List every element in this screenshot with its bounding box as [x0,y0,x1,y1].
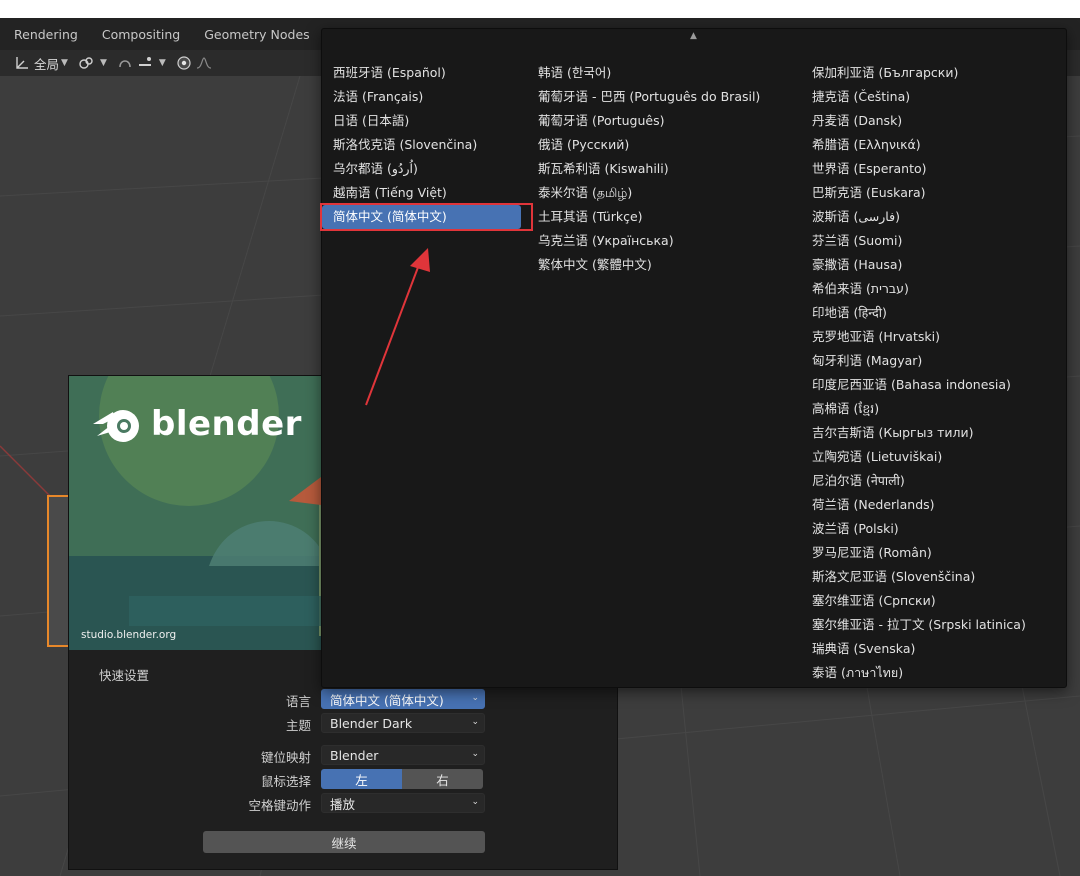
language-menu-item[interactable]: 世界语 (Esperanto) [801,157,1026,181]
language-menu-item[interactable]: 乌尔都语 (اُردُو) [322,157,521,181]
spacebar-select-value: 播放 [330,796,356,812]
language-menu-item[interactable]: 荷兰语 (Nederlands) [801,493,1026,517]
snap-dropdown[interactable]: ▼ [117,55,166,71]
language-menu-item[interactable]: 印度尼西亚语 (Bahasa indonesia) [801,373,1026,397]
language-label: 语言 [285,694,311,709]
blender-logo-icon [93,410,139,442]
mouse-right-button[interactable]: 右 [402,769,483,789]
top-margin [0,0,1080,18]
theme-select[interactable]: Blender Dark ⌄ [321,713,485,733]
blender-logo: blender [91,402,302,446]
language-menu-item[interactable]: 丹麦语 (Dansk) [801,109,1026,133]
language-menu-item[interactable]: 巴斯克语 (Euskara) [801,181,1026,205]
language-menu-item[interactable]: 俄语 (Русский) [527,133,760,157]
language-menu-item[interactable]: 吉尔吉斯语 (Кыргыз тили) [801,421,1026,445]
language-menu-item[interactable]: 泰语 (ภาษาไทย) [801,661,1026,685]
language-menu-item[interactable]: 尼泊尔语 (नेपाली) [801,469,1026,493]
language-menu-item[interactable]: 保加利亚语 (Български) [801,61,1026,85]
language-menu-item[interactable]: 韩语 (한국어) [527,61,760,85]
language-menu-item[interactable]: 葡萄牙语 (Português) [527,109,760,133]
keymap-label: 键位映射 [260,750,311,765]
language-menu-item[interactable]: 豪撒语 (Hausa) [801,253,1026,277]
language-menu-item[interactable]: 日语 (日本語) [322,109,521,133]
chevron-down-icon: ⌄ [471,717,479,727]
language-select[interactable]: 简体中文 (简体中文) ⌄ [321,689,485,709]
language-menu-item[interactable]: 法语 (Français) [322,85,521,109]
theme-label: 主题 [285,718,311,733]
language-menu-item[interactable]: 斯洛伐克语 (Slovenčina) [322,133,521,157]
snap-target-icon [138,57,151,66]
chevron-down-icon: ⌄ [471,693,479,703]
language-menu-item[interactable]: 斯洛文尼亚语 (Slovenščina) [801,565,1026,589]
chevron-down-icon: ▼ [158,58,166,68]
spacebar-label: 空格键动作 [248,798,311,813]
pivot-link-icon [79,57,93,69]
quick-setup-title: 快速设置 [99,668,150,683]
language-menu-item[interactable]: 斯瓦希利语 (Kiswahili) [527,157,760,181]
language-menu-item[interactable]: 波斯语 (فارسی) [801,205,1026,229]
language-menu-item[interactable]: 塞尔维亚语 - 拉丁文 (Srpski latinica) [801,613,1026,637]
language-menu-item[interactable]: 希腊语 (Ελληνικά) [801,133,1026,157]
language-column-2: 韩语 (한국어) 葡萄牙语 - 巴西 (Português do Brasil) 葡… [527,61,760,277]
language-menu-item[interactable]: 芬兰语 (Suomi) [801,229,1026,253]
keymap-select[interactable]: Blender ⌄ [321,745,485,765]
studio-link[interactable]: studio.blender.org [81,629,176,641]
pivot-dropdown[interactable]: ▼ [78,55,107,71]
language-menu-item[interactable]: 葡萄牙语 - 巴西 (Português do Brasil) [527,85,760,109]
language-column-1: 西班牙语 (Español) 法语 (Français) 日语 (日本語) 斯洛伐克语… [322,61,521,229]
mouse-select-label: 鼠标选择 [260,774,311,789]
transform-orientation-dropdown[interactable]: 全局 ▼ [14,54,68,73]
chevron-down-icon: ▼ [99,58,107,68]
tab-rendering[interactable]: Rendering [0,18,88,50]
language-menu-item[interactable]: 越南语 (Tiếng Việt) [322,181,521,205]
spacebar-select[interactable]: 播放 ⌄ [321,793,485,813]
language-menu-item[interactable]: 印地语 (हिन्दी) [801,301,1026,325]
continue-button[interactable]: 继续 [203,831,485,853]
chevron-down-icon: ⌄ [471,749,479,759]
theme-select-value: Blender Dark [330,715,413,731]
tab-geometry-nodes[interactable]: Geometry Nodes [190,18,319,50]
proportional-toggle[interactable] [176,55,216,71]
language-menu-item[interactable]: 土耳其语 (Türkçe) [527,205,760,229]
language-menu-item[interactable]: 高棉语 (ខ្មែរ) [801,397,1026,421]
language-menu-item[interactable]: 瑞典语 (Svenska) [801,637,1026,661]
language-menu-item[interactable]: 匈牙利语 (Magyar) [801,349,1026,373]
language-menu-item[interactable]: 西班牙语 (Español) [322,61,521,85]
language-menu-item[interactable]: 乌克兰语 (Українська) [527,229,760,253]
tab-compositing[interactable]: Compositing [88,18,190,50]
language-menu-item[interactable]: 立陶宛语 (Lietuviškai) [801,445,1026,469]
language-select-value: 简体中文 (简体中文) [330,692,444,708]
language-menu-item[interactable]: 罗马尼亚语 (Român) [801,541,1026,565]
blender-wordmark: blender [151,404,302,444]
mouse-left-button[interactable]: 左 [321,769,402,789]
language-menu-item[interactable]: 波兰语 (Polski) [801,517,1026,541]
transform-orientation-icon [16,57,28,69]
proportional-icon [177,56,191,70]
language-menu-item[interactable]: 捷克语 (Čeština) [801,85,1026,109]
language-menu-item[interactable]: 简体中文 (简体中文) [322,205,521,229]
language-dropdown-menu: ▲ 西班牙语 (Español) 法语 (Français) 日语 (日本語) 斯洛伐… [321,28,1067,688]
language-column-3: 保加利亚语 (Български) 捷克语 (Čeština) 丹麦语 (Dansk… [801,61,1026,685]
language-menu-item[interactable]: 希伯来语 (עברית) [801,277,1026,301]
language-menu-item[interactable]: 克罗地亚语 (Hrvatski) [801,325,1026,349]
language-menu-item[interactable]: 塞尔维亚语 (Српски) [801,589,1026,613]
keymap-select-value: Blender [330,747,379,763]
snap-icon [119,60,131,68]
scroll-up-icon[interactable]: ▲ [690,31,697,41]
language-menu-item[interactable]: 繁体中文 (繁體中文) [527,253,760,277]
chevron-down-icon: ⌄ [471,797,479,807]
chevron-down-icon: ▼ [61,58,68,68]
language-menu-item[interactable]: 泰米尔语 (தமிழ்) [527,181,760,205]
falloff-icon [196,57,211,69]
mouse-select-toggle: 左 右 [321,769,483,789]
global-label: 全局 [34,56,60,72]
